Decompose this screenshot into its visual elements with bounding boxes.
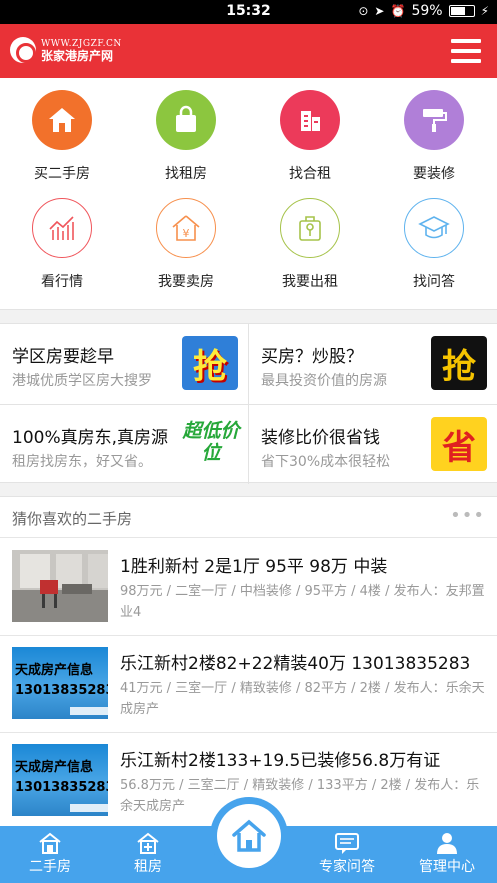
quick-menu-label: 要装修 (413, 166, 455, 182)
quick-menu-buy-secondhand[interactable]: 买二手房 (0, 90, 124, 183)
tab-label: 管理中心 (419, 859, 475, 875)
quick-menu-renovation[interactable]: 要装修 (372, 90, 496, 183)
status-indicators: ⊙ ➤ ⏰ 59% ⚡ (358, 3, 489, 19)
tab-expert-qa[interactable]: 专家问答 (297, 826, 397, 883)
recommend-list: 猜你喜欢的二手房 ••• 1胜利新村 2是1厅 95平 98万 中装 98万元 … (0, 496, 497, 826)
quick-menu-label: 我要卖房 (158, 274, 214, 290)
promo-direct-landlord[interactable]: 100%真房东,真房源 租房找房东，好又省。 超低价位 (0, 405, 248, 485)
svg-text:¥: ¥ (183, 227, 190, 240)
quick-menu-label: 看行情 (41, 274, 83, 290)
list-item[interactable]: 1胜利新村 2是1厅 95平 98万 中装 98万元 / 二室一厅 / 中档装修… (0, 539, 497, 636)
house-yen-icon: ¥ (156, 198, 216, 258)
graduation-cap-icon (404, 198, 464, 258)
quick-menu-grid: 买二手房 找租房 找合租 要装修 看行情 ¥ 我要卖房 我要出租 找问答 (0, 78, 497, 310)
user-icon (437, 833, 457, 854)
house-rent-icon (137, 832, 159, 854)
listing-desc: 41万元 / 三室一厅 / 精致装修 / 82平方 / 2楼 / 发布人：乐余天… (120, 681, 485, 717)
charging-icon: ⚡ (480, 4, 489, 18)
rush-badge-icon: 抢 (431, 336, 487, 390)
listing-title: 乐江新村2楼133+19.5已装修56.8万有证 (120, 751, 441, 771)
logo-mark-icon (10, 37, 36, 63)
promo-subtitle: 最具投资价值的房源 (261, 373, 387, 389)
thumb-text: 13013835283 (15, 780, 108, 795)
quick-menu-shared-rent[interactable]: 找合租 (248, 90, 372, 183)
promo-invest[interactable]: 买房？炒股？ 最具投资价值的房源 抢 (249, 324, 497, 404)
chart-icon (32, 198, 92, 258)
promo-subtitle: 租房找房东，好又省。 (12, 454, 152, 470)
house-outline-icon (39, 832, 61, 854)
battery-percent: 59% (411, 3, 443, 19)
quick-menu-rent[interactable]: 找租房 (124, 90, 248, 183)
alarm-icon: ⏰ (390, 4, 406, 18)
quick-menu-label: 找合租 (289, 166, 331, 182)
promo-title: 装修比价很省钱 (261, 428, 380, 448)
more-icon[interactable]: ••• (450, 505, 485, 526)
save-badge-icon: 省 (431, 417, 487, 471)
location-icon: ➤ (374, 4, 385, 18)
house-icon (32, 90, 92, 150)
promo-renovation-compare[interactable]: 装修比价很省钱 省下30%成本很轻松 省 (249, 405, 497, 485)
menu-icon[interactable] (451, 39, 481, 63)
quick-menu-qa[interactable]: 找问答 (372, 198, 496, 291)
promo-subtitle: 港城优质学区房大搜罗 (12, 373, 152, 389)
tab-management[interactable]: 管理中心 (397, 826, 497, 883)
case-key-icon (280, 198, 340, 258)
quick-menu-label: 找租房 (165, 166, 207, 182)
promo-subtitle: 省下30%成本很轻松 (261, 454, 391, 470)
quick-menu-label: 我要出租 (282, 274, 338, 290)
promo-title: 100%真房东,真房源 (12, 428, 169, 448)
battery-icon (448, 5, 475, 17)
list-item[interactable]: 天成房产信息 13013835283 乐江新村2楼82+22精装40万 1301… (0, 636, 497, 733)
home-icon (232, 819, 266, 852)
low-price-badge-icon: 超低价位 (182, 420, 240, 464)
quick-menu-label: 找问答 (413, 274, 455, 290)
quick-menu-market[interactable]: 看行情 (0, 198, 124, 291)
bag-icon (156, 90, 216, 150)
promo-panel: 学区房要趁早 港城优质学区房大搜罗 抢 买房？炒股？ 最具投资价值的房源 抢 1… (0, 323, 497, 485)
promo-title: 学区房要趁早 (12, 347, 114, 367)
tab-label: 专家问答 (319, 859, 375, 875)
logo-name: 张家港房产网 (41, 49, 114, 63)
chat-icon (335, 833, 359, 854)
quick-menu-let[interactable]: 我要出租 (248, 198, 372, 291)
quick-menu-label: 买二手房 (34, 166, 90, 182)
listing-photo: 天成房产信息 13013835283 (12, 647, 108, 719)
recommend-title: 猜你喜欢的二手房 (12, 510, 133, 528)
thumb-logo-strip (70, 804, 108, 812)
rush-badge-icon: 抢 (182, 336, 238, 390)
listing-photo: 天成房产信息 13013835283 (12, 744, 108, 816)
tab-rent[interactable]: 租房 (98, 826, 198, 883)
recommend-header: 猜你喜欢的二手房 ••• (0, 497, 497, 538)
app-header: WWW.ZJGZF.CN 张家港房产网 (0, 24, 497, 78)
quick-menu-sell[interactable]: ¥ 我要卖房 (124, 198, 248, 291)
listing-desc: 98万元 / 二室一厅 / 中档装修 / 95平方 / 4楼 / 发布人：友邦置… (120, 584, 485, 620)
orientation-lock-icon: ⊙ (358, 4, 369, 18)
promo-school-district[interactable]: 学区房要趁早 港城优质学区房大搜罗 抢 (0, 324, 248, 404)
tab-label: 二手房 (29, 859, 71, 875)
buildings-icon (280, 90, 340, 150)
thumb-text: 天成房产信息 (15, 760, 94, 775)
listing-title: 1胜利新村 2是1厅 95平 98万 中装 (120, 557, 388, 577)
tab-label: 租房 (134, 859, 162, 875)
listing-title: 乐江新村2楼82+22精装40万 13013835283 (120, 654, 471, 674)
thumb-text: 13013835283 (15, 683, 108, 698)
site-logo[interactable]: WWW.ZJGZF.CN 张家港房产网 (10, 37, 122, 63)
listing-desc: 56.8万元 / 三室二厅 / 精致装修 / 133平方 / 2楼 / 发布人：… (120, 778, 480, 814)
paint-roller-icon (404, 90, 464, 150)
status-bar: 15:32 ⊙ ➤ ⏰ 59% ⚡ (0, 0, 497, 24)
thumb-logo-strip (70, 707, 108, 715)
promo-title: 买房？炒股？ (261, 347, 363, 367)
thumb-text: 天成房产信息 (15, 663, 94, 678)
tab-secondhand[interactable]: 二手房 (0, 826, 100, 883)
listing-photo (12, 550, 108, 622)
home-button[interactable] (210, 797, 288, 875)
